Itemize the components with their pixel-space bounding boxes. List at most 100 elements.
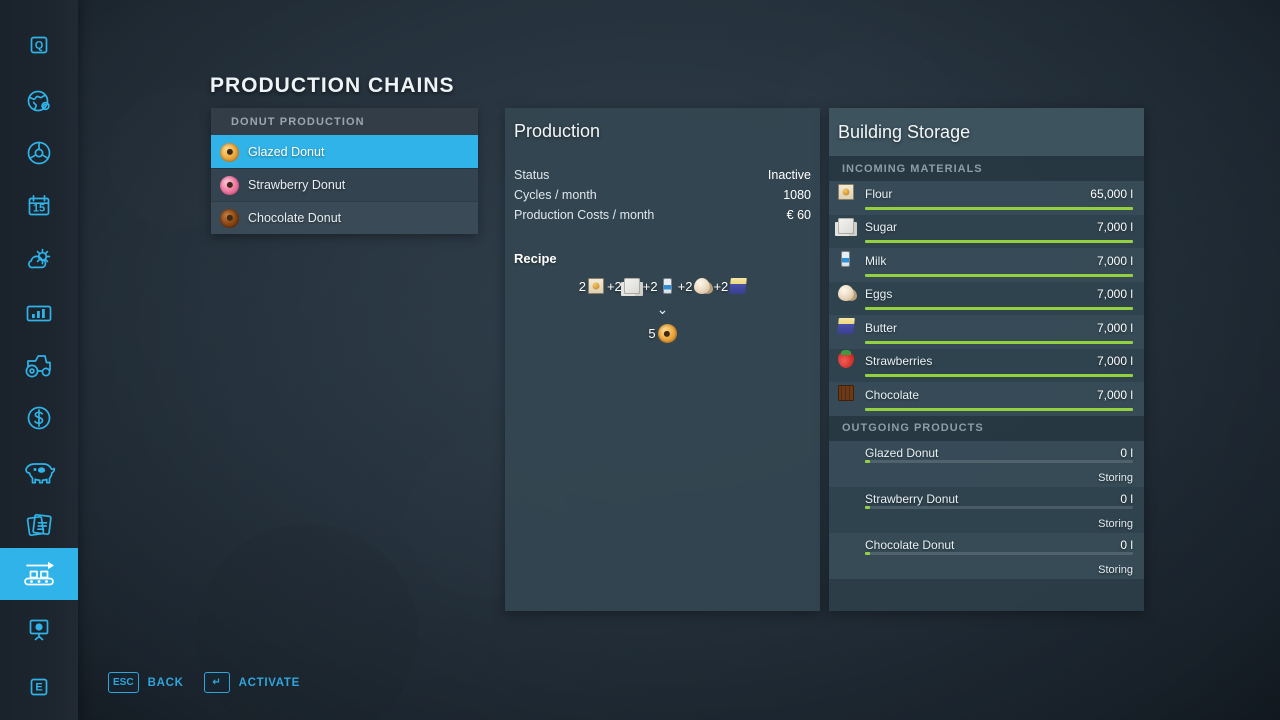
sidebar-item-animals[interactable]	[0, 446, 78, 498]
incoming-material-row: Chocolate7,000 l	[829, 382, 1144, 416]
incoming-material-row: Butter7,000 l	[829, 315, 1144, 349]
stat-value: 1080	[783, 188, 811, 202]
production-stats: StatusInactiveCycles / month1080Producti…	[505, 165, 820, 225]
recipe-arrow-icon: ⌄	[505, 302, 820, 316]
storage-item-amount: 7,000 l	[1097, 220, 1133, 234]
sidebar-item-exit-key[interactable]: E	[0, 661, 78, 713]
storage-fill-bar	[865, 460, 1133, 463]
storage-item-name: Glazed Donut	[865, 446, 938, 460]
storage-item-name: Butter	[865, 321, 897, 335]
sidebar-item-contracts[interactable]	[0, 499, 78, 551]
storage-item-name: Eggs	[865, 287, 892, 301]
storage-item-name: Strawberries	[865, 354, 932, 368]
storage-item-amount: 0 l	[1120, 538, 1133, 552]
flour-icon	[588, 278, 604, 294]
stat-value: Inactive	[768, 168, 811, 182]
help-hint[interactable]: ↵ ACTIVATE	[204, 672, 300, 693]
help-key-icon: Q	[26, 33, 52, 59]
storage-item-name: Sugar	[865, 220, 897, 234]
chocolate-donut-icon	[220, 209, 239, 228]
help-keycap: ↵	[204, 672, 230, 693]
storage-mode-label[interactable]: Storing	[1098, 518, 1133, 530]
storage-fill-bar	[865, 207, 1133, 210]
sidebar-item-map[interactable]	[0, 75, 78, 127]
sidebar-item-help-key[interactable]: Q	[0, 20, 78, 72]
recipe-output: 5	[505, 324, 820, 343]
storage-item-amount: 0 l	[1120, 492, 1133, 506]
sidebar-item-weather[interactable]	[0, 233, 78, 285]
help-hint-label: ACTIVATE	[239, 677, 300, 689]
storage-row-top: Sugar 7,000 l	[838, 215, 1133, 237]
storage-item-amount: 7,000 l	[1097, 388, 1133, 402]
finances-icon	[24, 403, 54, 433]
storage-row-top: Strawberries 7,000 l	[838, 349, 1133, 371]
contracts-icon	[23, 510, 55, 540]
production-stat-row: Production Costs / month€ 60	[505, 205, 820, 225]
storage-row-top: Eggs7,000 l	[838, 282, 1133, 304]
recipe-ingredient: +2	[713, 278, 746, 294]
storage-item-amount: 7,000 l	[1097, 354, 1133, 368]
storage-mode-label[interactable]: Storing	[1098, 564, 1133, 576]
eggs-icon	[694, 278, 710, 294]
sidebar-item-finances[interactable]	[0, 392, 78, 444]
recipe-ingredient-amount: +2	[643, 279, 658, 294]
storage-row-top: Chocolate7,000 l	[838, 382, 1133, 404]
sidebar-item-presentation[interactable]	[0, 603, 78, 655]
statistics-icon	[24, 298, 54, 328]
recipe-ingredient-amount: +2	[713, 279, 728, 294]
glazed-donut-icon-wrap	[838, 444, 857, 463]
sidebar-item-production-chains[interactable]	[0, 548, 78, 600]
storage-item-name: Milk	[865, 254, 886, 268]
animals-icon	[22, 458, 56, 486]
outgoing-products-header: OUTGOING PRODUCTS	[829, 416, 1144, 441]
stat-label: Cycles / month	[514, 188, 597, 202]
sugar-icon	[838, 218, 854, 234]
outgoing-products-list: Glazed Donut0 lStoringStrawberry Donut0 …	[829, 441, 1144, 579]
milk-icon-wrap	[838, 251, 857, 270]
incoming-materials-header: INCOMING MATERIALS	[829, 156, 1144, 181]
production-chains-icon	[20, 559, 58, 589]
production-list-item[interactable]: Glazed Donut	[211, 135, 478, 168]
butter-icon	[729, 278, 747, 294]
outgoing-product-row[interactable]: Strawberry Donut0 lStoring	[829, 487, 1144, 533]
storage-fill-bar	[865, 240, 1133, 243]
flour-icon	[838, 184, 854, 200]
outgoing-product-row[interactable]: Glazed Donut0 lStoring	[829, 441, 1144, 487]
storage-row-top: Flour65,000 l	[838, 181, 1133, 203]
recipe-ingredient: 2	[579, 278, 604, 294]
sidebar-item-vehicle[interactable]	[0, 127, 78, 179]
storage-row-top: Butter7,000 l	[838, 315, 1133, 337]
svg-text:Q: Q	[35, 40, 44, 52]
storage-mode-label[interactable]: Storing	[1098, 472, 1133, 484]
svg-text:15: 15	[33, 203, 45, 215]
storage-panel-header: Building Storage	[829, 108, 1144, 156]
sidebar-item-calendar[interactable]: 15	[0, 180, 78, 232]
chocolate-icon-wrap	[838, 385, 857, 404]
recipe-ingredient-amount: +2	[607, 279, 622, 294]
production-panel-title: Production	[505, 108, 820, 142]
production-list-item[interactable]: Strawberry Donut	[211, 168, 478, 201]
storage-fill-bar	[865, 274, 1133, 277]
production-list-item-label: Chocolate Donut	[248, 211, 341, 225]
storage-fill-bar	[865, 552, 1133, 555]
production-list-item[interactable]: Chocolate Donut	[211, 201, 478, 234]
strawberry-icon	[838, 352, 854, 368]
sidebar-item-vehicles[interactable]	[0, 340, 78, 392]
storage-fill-bar	[865, 374, 1133, 377]
help-hint[interactable]: ESCBACK	[108, 672, 184, 693]
storage-row-top: Milk7,000 l	[838, 248, 1133, 270]
production-list: Glazed DonutStrawberry Donut Chocolate Do…	[211, 135, 478, 234]
sugar-icon-wrap	[838, 218, 857, 237]
stat-label: Production Costs / month	[514, 208, 654, 222]
glazed-donut-icon	[220, 143, 239, 162]
calendar-icon: 15	[25, 192, 53, 220]
outgoing-product-row[interactable]: Chocolate Donut0 lStoring	[829, 533, 1144, 579]
sidebar-item-statistics[interactable]	[0, 287, 78, 339]
glazed-donut-icon	[658, 324, 677, 343]
vehicle-icon	[24, 138, 54, 168]
storage-fill-bar	[865, 341, 1133, 344]
incoming-material-row: Flour65,000 l	[829, 181, 1144, 215]
incoming-material-row: Sugar 7,000 l	[829, 215, 1144, 249]
recipe-ingredient: +2	[607, 278, 640, 294]
recipe-inputs: 2+2+2+2+2	[505, 278, 820, 294]
